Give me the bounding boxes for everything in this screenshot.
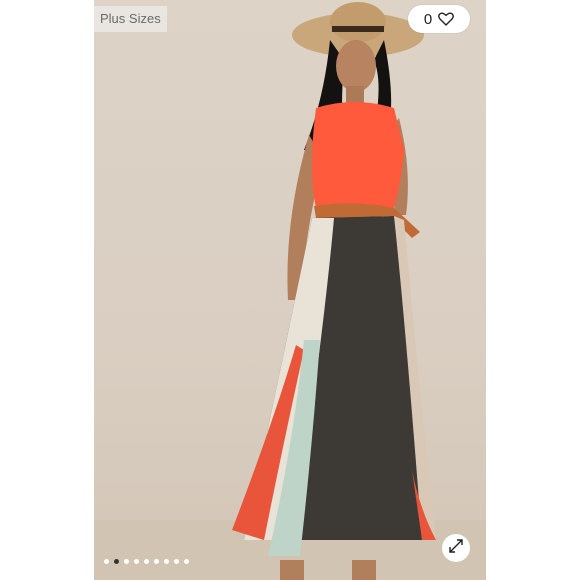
carousel-dot[interactable] — [174, 559, 179, 564]
carousel-dot[interactable] — [104, 559, 109, 564]
carousel-dot[interactable] — [114, 559, 119, 564]
fullscreen-button[interactable] — [442, 534, 470, 562]
left-margin — [0, 0, 94, 580]
carousel-dot[interactable] — [124, 559, 129, 564]
carousel-dot[interactable] — [184, 559, 189, 564]
heart-icon — [438, 12, 455, 26]
right-margin — [486, 0, 580, 580]
carousel-dot[interactable] — [134, 559, 139, 564]
like-button[interactable]: 0 — [408, 5, 470, 33]
carousel-indicator[interactable] — [104, 559, 189, 564]
like-count: 0 — [423, 10, 433, 28]
listing-image-viewer: Plus Sizes 0 — [0, 0, 580, 580]
carousel-dot[interactable] — [144, 559, 149, 564]
carousel-dot[interactable] — [154, 559, 159, 564]
size-category-tag: Plus Sizes — [94, 6, 167, 32]
model-illustration — [94, 2, 486, 580]
product-photo[interactable] — [94, 0, 486, 580]
expand-icon — [449, 538, 463, 558]
carousel-dot[interactable] — [164, 559, 169, 564]
